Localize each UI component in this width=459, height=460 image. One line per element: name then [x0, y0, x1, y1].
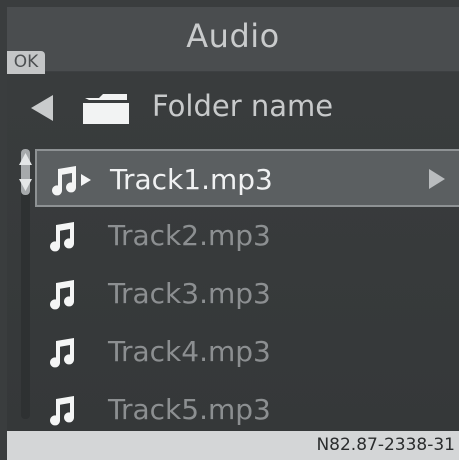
list-item[interactable]: Track5.mp3	[35, 381, 459, 431]
music-note-icon	[52, 166, 77, 196]
track-label: Track5.mp3	[108, 393, 271, 426]
track-label: Track1.mp3	[110, 163, 273, 196]
ok-button[interactable]: OK	[7, 51, 45, 74]
track-list: Track1.mp3 Track2.mp3 Track3.mp3 Track4.…	[7, 143, 459, 431]
header-bar: Audio OK	[7, 7, 459, 74]
music-note-icon	[50, 338, 75, 368]
folder-row[interactable]: Folder name	[7, 75, 459, 143]
track-label: Track2.mp3	[108, 219, 271, 252]
scroll-up-icon[interactable]	[19, 153, 32, 165]
music-note-icon	[50, 280, 75, 310]
track-label: Track4.mp3	[108, 335, 271, 368]
list-item[interactable]: Track4.mp3	[35, 323, 459, 381]
music-note-icon	[50, 222, 75, 252]
scrollbar[interactable]	[19, 149, 32, 419]
list-item[interactable]: Track2.mp3	[35, 207, 459, 265]
scroll-down-icon[interactable]	[19, 179, 32, 191]
footer-bar: N82.87-2338-31	[7, 431, 459, 460]
list-item[interactable]: Track3.mp3	[35, 265, 459, 323]
right-arrow-icon[interactable]	[429, 169, 445, 189]
audio-screen: Audio OK Folder name Track1.mp3 Track2.m…	[7, 7, 459, 431]
list-item[interactable]: Track1.mp3	[35, 149, 459, 207]
track-label: Track3.mp3	[108, 277, 271, 310]
play-indicator-icon	[81, 174, 91, 186]
left-arrow-icon[interactable]	[31, 95, 53, 121]
figure-code: N82.87-2338-31	[316, 435, 455, 455]
music-note-icon	[50, 396, 75, 426]
page-title: Audio	[186, 17, 280, 55]
folder-name: Folder name	[152, 89, 334, 123]
folder-icon	[83, 94, 129, 124]
